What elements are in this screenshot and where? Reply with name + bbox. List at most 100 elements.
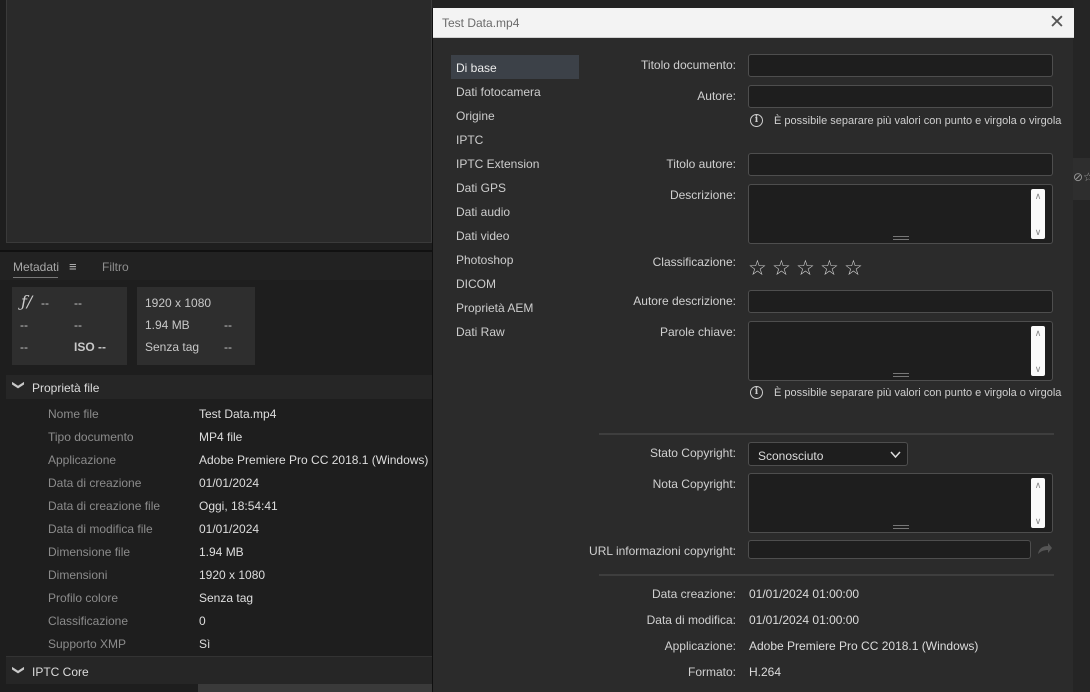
file-properties-title: Proprietà file (32, 381, 100, 395)
file-info-dialog: Test Data.mp4 ✕ Di base Dati fotocamera … (432, 8, 1074, 692)
nav-item-di-base[interactable]: Di base (451, 55, 579, 79)
nav-item-dati-raw[interactable]: Dati Raw (451, 319, 579, 343)
property-value: Sì (199, 637, 211, 651)
resize-grip-icon[interactable] (892, 373, 909, 377)
nav-item-dicom[interactable]: DICOM (451, 271, 579, 295)
nav-item-proprieta-aem[interactable]: Proprietà AEM (451, 295, 579, 319)
table-row: Nome file Test Data.mp4 (6, 402, 432, 425)
nota-copyright-textarea[interactable]: ∧ ∨ (748, 473, 1053, 533)
active-tab-underline (13, 277, 58, 278)
summary-color-extra: -- (224, 340, 232, 354)
table-row: Applicazione Adobe Premiere Pro CC 2018.1… (6, 448, 432, 471)
stato-copyright-value: Sconosciuto (758, 449, 824, 463)
data-creazione-value: 01/01/2024 01:00:00 (749, 587, 860, 601)
property-label: Data di modifica file (48, 522, 153, 536)
property-value: Oggi, 18:54:41 (199, 499, 278, 513)
scroll-up-icon[interactable]: ∧ (1031, 480, 1045, 490)
property-value: MP4 file (199, 430, 243, 444)
titolo-autore-label: Titolo autore: (666, 157, 736, 171)
nav-item-iptc-extension[interactable]: IPTC Extension (451, 151, 579, 175)
property-label: Data di creazione file (48, 499, 161, 513)
scroll-down-icon[interactable]: ∨ (1031, 516, 1045, 526)
table-row: Profilo colore Senza tag (6, 586, 432, 609)
property-value: 0 (199, 614, 206, 628)
background-right-panel: ⊘☆ (1073, 0, 1090, 692)
nav-item-dati-video[interactable]: Dati video (451, 223, 579, 247)
resize-grip-icon[interactable] (892, 236, 909, 240)
autore-descrizione-input[interactable] (748, 290, 1053, 313)
titolo-documento-input[interactable] (748, 54, 1053, 77)
textarea-scrollbar[interactable]: ∧ ∨ (1031, 478, 1045, 528)
nav-item-dati-gps[interactable]: Dati GPS (451, 175, 579, 199)
scroll-down-icon[interactable]: ∨ (1031, 227, 1045, 237)
titolo-autore-input[interactable] (748, 153, 1053, 176)
scroll-up-icon[interactable]: ∧ (1031, 191, 1045, 201)
autore-descrizione-label: Autore descrizione: (633, 294, 736, 308)
parole-chiave-label: Parole chiave: (659, 325, 736, 339)
data-creazione-label: Data creazione: (651, 587, 736, 601)
nav-item-iptc[interactable]: IPTC (451, 127, 579, 151)
textarea-scrollbar[interactable]: ∧ ∨ (1031, 326, 1045, 376)
autore-hint: È possibile separare più valori con punt… (774, 115, 1062, 127)
nav-item-photoshop[interactable]: Photoshop (451, 247, 579, 271)
table-row: Dimensioni 1920 x 1080 (6, 563, 432, 586)
close-icon[interactable]: ✕ (1049, 11, 1065, 34)
aperture-icon: ƒ/ (21, 292, 33, 311)
nav-item-origine[interactable]: Origine (451, 103, 579, 127)
property-label: Tipo documento (48, 430, 134, 444)
dialog-nav: Di base Dati fotocamera Origine IPTC IPT… (451, 55, 579, 343)
url-copyright-input[interactable] (748, 540, 1031, 559)
scroll-up-icon[interactable]: ∧ (1031, 328, 1045, 338)
nav-item-dati-fotocamera[interactable]: Dati fotocamera (451, 79, 579, 103)
property-label: Dimensione file (48, 545, 131, 559)
autore-label: Autore: (697, 89, 736, 103)
parole-chiave-textarea[interactable]: ∧ ∨ (748, 321, 1053, 381)
nav-item-dati-audio[interactable]: Dati audio (451, 199, 579, 223)
file-properties-header[interactable]: ❯ Proprietà file (6, 375, 432, 399)
table-row: Data di modifica file 01/01/2024 (6, 517, 432, 540)
property-value: Test Data.mp4 (199, 407, 277, 421)
table-row: Dimensione file 1.94 MB (6, 540, 432, 563)
table-row: Classificazione 0 (6, 609, 432, 632)
property-value: 1920 x 1080 (199, 568, 266, 582)
iptc-core-header[interactable]: ❯ IPTC Core (6, 656, 432, 684)
star-icon[interactable]: ☆ (820, 256, 844, 281)
descrizione-textarea[interactable]: ∧ ∨ (748, 184, 1053, 244)
panel-menu-icon[interactable]: ≡ (69, 259, 77, 274)
summary-color: Senza tag (145, 340, 200, 354)
iso-value: ISO -- (74, 340, 106, 354)
resize-grip-icon[interactable] (892, 525, 909, 529)
property-value: 01/01/2024 (199, 522, 260, 536)
textarea-scrollbar[interactable]: ∧ ∨ (1031, 189, 1045, 239)
stato-copyright-label: Stato Copyright: (649, 446, 736, 460)
stato-copyright-select[interactable]: Sconosciuto (748, 442, 908, 466)
dialog-titlebar[interactable]: Test Data.mp4 ✕ (433, 8, 1074, 38)
autore-input[interactable] (748, 85, 1053, 108)
tab-filter[interactable]: Filtro (102, 260, 129, 274)
exposure-value: -- (20, 318, 28, 332)
scroll-down-icon[interactable]: ∨ (1031, 364, 1045, 374)
formato-label: Formato: (687, 665, 736, 679)
tab-metadata[interactable]: Metadati (13, 260, 59, 274)
descrizione-label: Descrizione: (669, 188, 736, 202)
classificazione-label: Classificazione: (652, 255, 736, 269)
property-value: Adobe Premiere Pro CC 2018.1 (Windows) (199, 453, 429, 467)
property-label: Applicazione (48, 453, 117, 467)
star-icon[interactable]: ☆ (772, 256, 796, 281)
star-icon[interactable]: ☆ (844, 256, 868, 281)
camera-summary-box: ƒ/ -- -- -- -- -- ISO -- (12, 287, 127, 365)
table-row: Tipo documento MP4 file (6, 425, 432, 448)
iptc-field-bar (198, 684, 432, 692)
summary-size: 1.94 MB (145, 318, 190, 332)
parole-chiave-hint: È possibile separare più valori con punt… (774, 387, 1062, 399)
applicazione-label: Applicazione: (664, 639, 736, 653)
url-copyright-label: URL informazioni copyright: (589, 544, 736, 558)
star-icon[interactable]: ☆ (748, 256, 772, 281)
property-value: 01/01/2024 (199, 476, 260, 490)
dialog-title: Test Data.mp4 (442, 16, 520, 30)
divider (599, 433, 1054, 435)
table-row: Data di creazione 01/01/2024 (6, 471, 432, 494)
star-icon[interactable]: ☆ (796, 256, 820, 281)
go-to-url-icon[interactable] (1037, 542, 1053, 556)
background-top-strip (432, 0, 1073, 8)
